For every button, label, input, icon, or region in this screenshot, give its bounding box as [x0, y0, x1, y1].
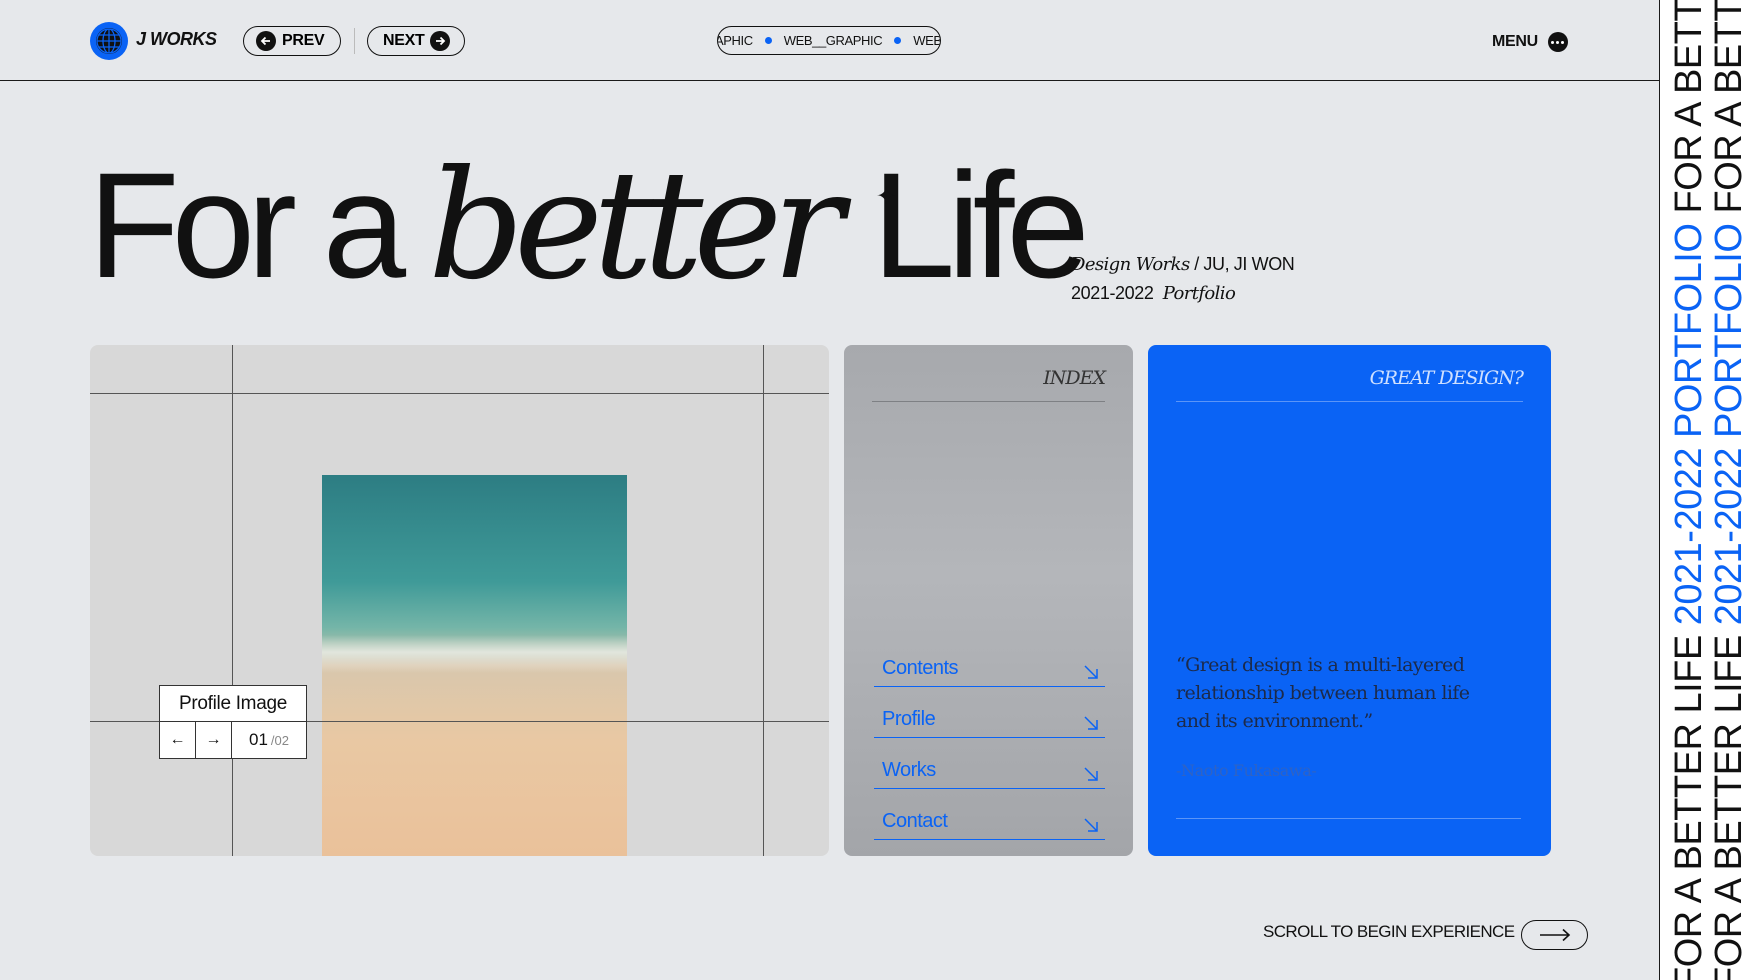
arrow-down-right-icon — [1084, 716, 1098, 730]
subtitle-italic: Design Works — [1071, 254, 1190, 275]
page-total: /02 — [270, 732, 289, 748]
grid-line — [763, 345, 764, 856]
index-list: Contents Profile Works Contact — [874, 636, 1105, 840]
beach-photo — [322, 475, 627, 856]
subtitle-years: 2021-2022 — [1071, 283, 1154, 303]
quote-author: -Naoto Fukasawa- — [1176, 761, 1317, 780]
ticker-item: WEB__GRAPHIC — [783, 33, 883, 48]
subtitle-italic: Portfolio — [1162, 283, 1236, 304]
hero-word: For a — [88, 141, 406, 309]
index-item-label: Profile — [882, 708, 936, 730]
vertical-marquee-text: FOR A BETTER LIFE 2021-2022 PORTFOLIO FO… — [1668, 0, 1710, 980]
ticker-dot — [894, 37, 902, 44]
index-panel: INDEX Contents Profile Works Contact — [844, 345, 1133, 856]
marquee-text: FOR A BETTER LIFE — [1708, 0, 1749, 224]
index-item-profile[interactable]: Profile — [874, 687, 1105, 738]
index-item-contact[interactable]: Contact — [874, 789, 1105, 840]
more-dots-icon — [1547, 32, 1568, 52]
quote-heading: GREAT DESIGN? — [1176, 367, 1524, 402]
index-item-label: Contact — [882, 810, 948, 832]
marquee-text-blue: 2021-2022 PORTFOLIO — [1668, 223, 1710, 626]
sparkle-icon: ✦ — [876, 183, 897, 210]
index-item-label: Contents — [882, 657, 959, 679]
profile-image-title: Profile Image — [160, 686, 306, 722]
marquee-text: FOR A BETTER LIFE — [1668, 0, 1710, 224]
scroll-cta-label: SCROLL TO BEGIN EXPERIENCE — [1263, 922, 1515, 941]
top-bar: J WORKS PREV NEXT APHIC WEB__GRAPHIC WEB… — [0, 0, 1659, 81]
globe-logo-icon[interactable] — [90, 22, 128, 60]
quote-panel: GREAT DESIGN? “Great design is a multi-l… — [1148, 345, 1551, 856]
hero-word-italic: better — [428, 139, 844, 313]
ticker-item: APHIC — [717, 33, 753, 48]
next-label: NEXT — [383, 32, 425, 49]
arrow-down-right-icon — [1084, 665, 1098, 679]
arrow-down-right-icon — [1084, 767, 1098, 781]
next-button[interactable]: NEXT — [367, 26, 465, 56]
hero-subtitle: Design Works / JU, JI WON 2021-2022 Port… — [1071, 250, 1295, 308]
hero-headline: For a better Life — [88, 139, 1090, 313]
index-heading: INDEX — [872, 367, 1106, 402]
scroll-button[interactable] — [1521, 920, 1588, 950]
prev-label: PREV — [282, 32, 325, 49]
divider — [1176, 818, 1521, 819]
vertical-marquee-text: FOR A BETTER LIFE 2021-2022 PORTFOLIO FO… — [1708, 0, 1749, 980]
page-current: 01 — [249, 730, 268, 749]
divider — [354, 28, 355, 54]
index-item-contents[interactable]: Contents — [874, 636, 1105, 687]
hero-word: Life — [871, 141, 1090, 309]
marquee-text: FOR A BETTER LIFE — [1708, 625, 1749, 980]
profile-image-control: Profile Image ← → 01/02 — [159, 685, 307, 759]
marquee-text: FOR A BETTER LIFE — [1668, 625, 1710, 980]
ticker-item: WEB_ — [913, 33, 941, 48]
prev-button[interactable]: PREV — [243, 26, 341, 56]
profile-image-panel: Profile Image ← → 01/02 — [90, 345, 829, 856]
subtitle-text: / JU, JI WON — [1189, 254, 1295, 274]
ticker-dot — [764, 37, 772, 44]
index-item-works[interactable]: Works — [874, 738, 1105, 789]
arrow-right-icon — [1539, 928, 1570, 942]
index-item-label: Works — [882, 759, 936, 781]
marquee-text-blue: 2021-2022 PORTFOLIO — [1708, 223, 1749, 626]
grid-line — [232, 345, 233, 856]
menu-label: MENU — [1492, 33, 1538, 50]
arrow-left-icon — [256, 31, 276, 51]
site-logo-text[interactable]: J WORKS — [136, 29, 217, 50]
arrow-right-icon[interactable]: → — [196, 722, 232, 758]
arrow-right-icon — [430, 31, 450, 51]
arrow-left-icon[interactable]: ← — [160, 722, 196, 758]
menu-button[interactable]: MENU — [1492, 32, 1568, 52]
arrow-down-right-icon — [1084, 818, 1098, 832]
page-indicator: 01/02 — [232, 722, 306, 758]
grid-line — [90, 393, 829, 394]
category-ticker: APHIC WEB__GRAPHIC WEB_ — [717, 26, 941, 55]
quote-text: “Great design is a multi-layered relatio… — [1176, 654, 1470, 732]
